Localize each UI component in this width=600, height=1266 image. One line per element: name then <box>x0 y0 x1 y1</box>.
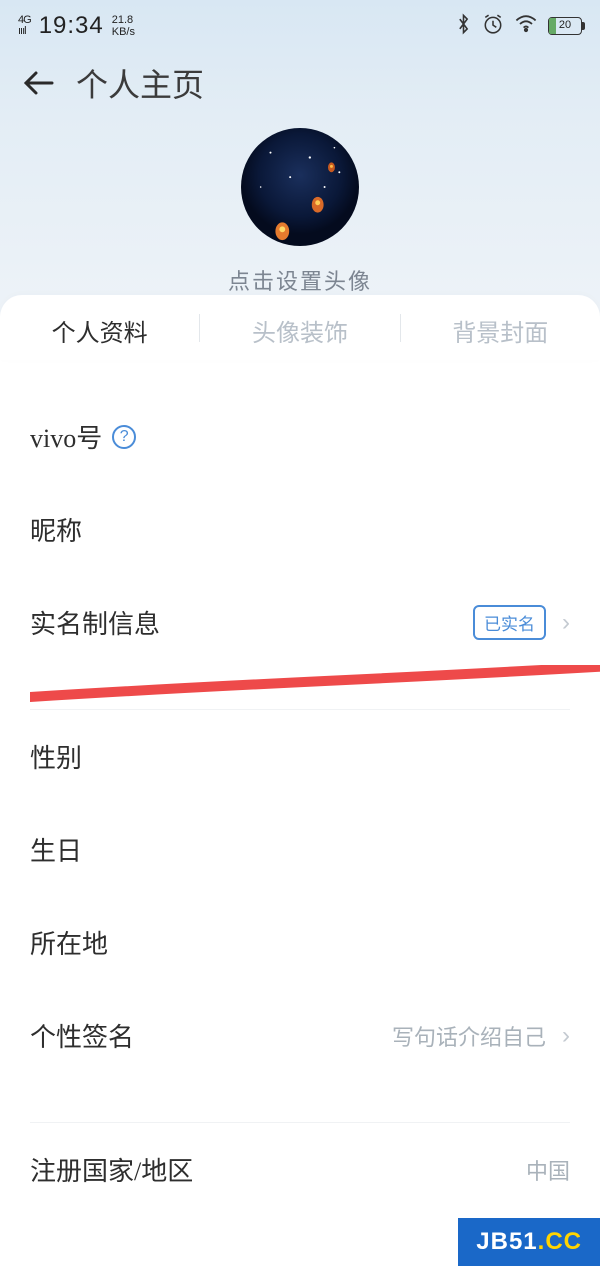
vivo-id-label: vivo号 <box>30 418 102 455</box>
chevron-right-icon: › <box>562 609 570 637</box>
tab-cover[interactable]: 背景封面 <box>401 295 600 360</box>
region-label: 注册国家/地区 <box>30 1151 193 1188</box>
chevron-right-icon: › <box>562 1022 570 1050</box>
signature-placeholder: 写句话介绍自己 <box>392 1020 546 1052</box>
field-location[interactable]: 所在地 <box>0 896 600 989</box>
field-gender[interactable]: 性别 <box>0 710 600 803</box>
battery-indicator: 20 <box>548 17 582 35</box>
clock: 19:34 <box>39 12 104 40</box>
wifi-icon <box>514 14 538 39</box>
data-speed: 21.8 KB/s <box>112 14 135 38</box>
help-icon[interactable]: ? <box>112 425 136 449</box>
field-region[interactable]: 注册国家/地区 中国 <box>0 1123 600 1216</box>
field-nickname[interactable]: 昵称 <box>0 483 600 576</box>
page-title: 个人主页 <box>76 60 204 106</box>
alarm-icon <box>482 13 504 40</box>
annotation-underline <box>30 665 600 705</box>
region-value: 中国 <box>526 1154 570 1186</box>
tab-profile[interactable]: 个人资料 <box>0 295 199 360</box>
status-bar: 4G ıııl 19:34 21.8 KB/s 20 <box>0 0 600 46</box>
field-signature[interactable]: 个性签名 写句话介绍自己 › <box>0 989 600 1082</box>
back-button[interactable] <box>22 69 54 97</box>
signature-label: 个性签名 <box>30 1017 134 1054</box>
network-indicator: 4G ıııl <box>18 15 31 37</box>
nickname-label: 昵称 <box>30 511 82 548</box>
avatar-hint: 点击设置头像 <box>0 264 600 296</box>
avatar[interactable] <box>241 128 359 246</box>
bluetooth-icon <box>455 13 472 40</box>
gender-label: 性别 <box>30 738 82 775</box>
field-birthday[interactable]: 生日 <box>0 803 600 896</box>
location-label: 所在地 <box>30 924 108 961</box>
verified-badge: 已实名 <box>473 605 546 640</box>
realname-label: 实名制信息 <box>30 604 160 641</box>
watermark: JB51.CC <box>458 1218 600 1266</box>
field-vivo-id[interactable]: vivo号 ? <box>0 390 600 483</box>
tabs: 个人资料 头像装饰 背景封面 <box>0 295 600 360</box>
tab-avatar-decor[interactable]: 头像装饰 <box>200 295 399 360</box>
field-realname[interactable]: 实名制信息 已实名 › <box>0 576 600 669</box>
birthday-label: 生日 <box>30 831 82 868</box>
